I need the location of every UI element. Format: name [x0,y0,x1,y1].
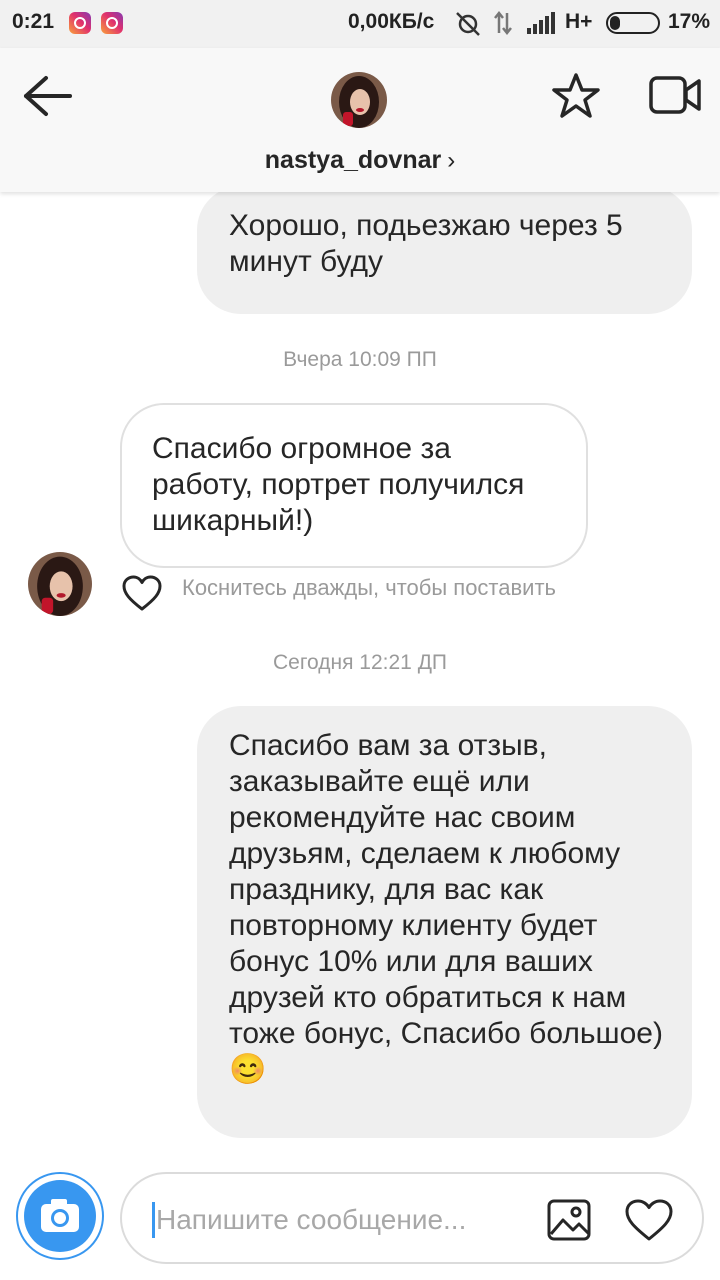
message-input[interactable] [156,1198,516,1242]
alarm-off-icon [456,12,480,36]
instagram-notification-icon [69,12,91,34]
instagram-notification-icon [101,12,123,34]
timestamp: Сегодня 12:21 ДП [272,651,448,674]
message-composer [120,1172,704,1264]
profile-avatar[interactable] [331,72,387,128]
status-bar: 0:21 0,00КБ/с H+ 17% [0,0,720,48]
heart-icon[interactable] [121,574,163,612]
camera-icon [41,1199,79,1232]
sender-avatar[interactable] [28,552,92,616]
video-call-icon[interactable] [648,72,702,118]
battery-percent: 17% [668,10,711,33]
star-icon[interactable] [550,70,602,122]
battery-icon [606,12,660,34]
data-arrows-icon [494,10,512,36]
status-icons [456,10,555,36]
camera-button[interactable] [16,1172,104,1260]
outgoing-message[interactable]: Хорошо, подьезжаю через 5 минут буду [197,192,692,314]
outgoing-message[interactable]: Спасибо вам за отзыв, заказывайте ещё ил… [197,706,692,1138]
heart-icon[interactable] [624,1198,674,1242]
message-list[interactable]: Хорошо, подьезжаю через 5 минут буду Вче… [0,192,720,1160]
back-arrow-icon[interactable] [20,72,76,120]
timestamp: Вчера 10:09 ПП [283,348,437,371]
chevron-right-icon: › [447,147,456,174]
gallery-icon[interactable] [546,1198,592,1242]
incoming-message[interactable]: Спасибо огромное за работу, портрет полу… [120,403,588,568]
status-time: 0:21 [12,10,55,33]
chat-header: nastya_dovnar › [0,48,720,192]
text-cursor [152,1202,155,1238]
chat-username[interactable]: nastya_dovnar › [0,146,720,175]
signal-icon [527,12,555,34]
network-type: H+ [565,10,593,33]
double-tap-hint: Коснитесь дважды, чтобы поставить "Нрави… [182,575,557,604]
network-speed: 0,00КБ/с [348,10,435,33]
